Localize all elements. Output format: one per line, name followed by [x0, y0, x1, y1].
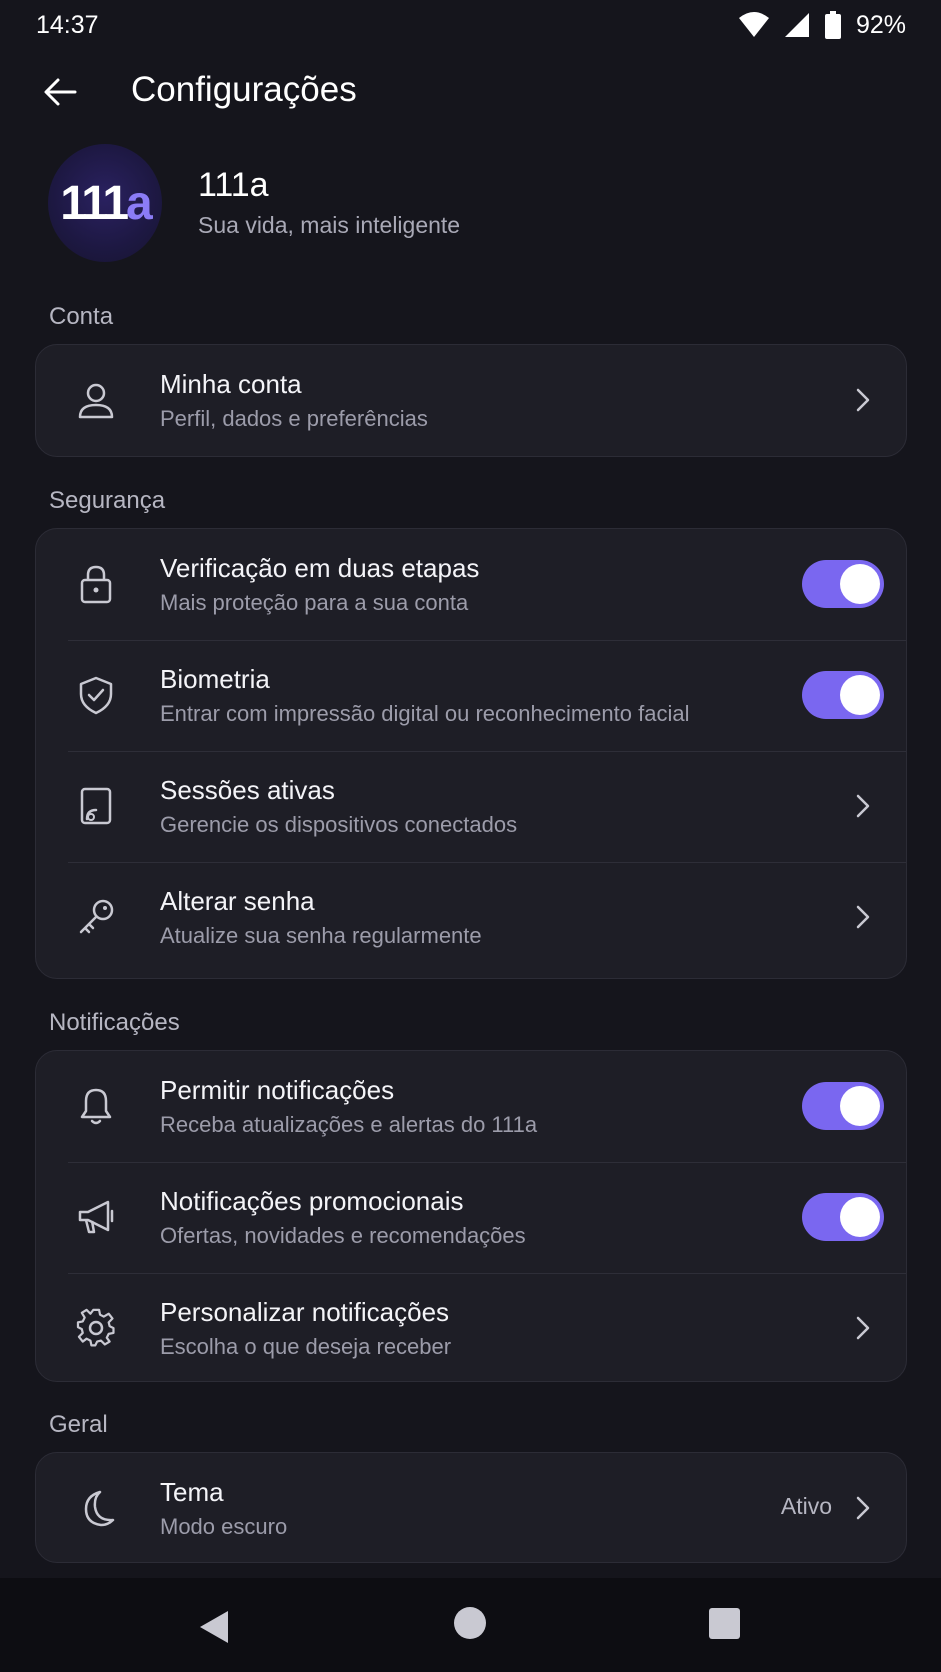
chevron-right-icon	[848, 1311, 878, 1345]
settings-row-two-step: Verificação em duas etapas Mais proteção…	[36, 529, 906, 640]
app-bar: Configurações	[0, 50, 941, 132]
key-icon	[74, 895, 118, 939]
row-subtitle: Ofertas, novidades e recomendações	[160, 1223, 526, 1248]
chevron-right-icon	[848, 789, 878, 823]
section-label-seguranca: Segurança	[49, 487, 166, 514]
brand-name: 111a	[198, 166, 269, 204]
row-title: Sessões ativas	[160, 775, 335, 805]
toggle-knob	[840, 675, 880, 715]
two-step-toggle[interactable]	[802, 560, 884, 608]
chevron-right-icon	[848, 383, 878, 417]
arrow-left-icon	[44, 78, 77, 106]
settings-row-alterar-senha[interactable]: Alterar senha Atualize sua senha regular…	[36, 862, 906, 973]
bell-icon	[74, 1084, 118, 1128]
brand-logo: 111 a	[48, 144, 162, 262]
device-icon	[74, 784, 118, 828]
row-subtitle: Mais proteção para a sua conta	[160, 590, 469, 615]
row-title: Notificações promocionais	[160, 1186, 464, 1216]
system-nav-bar	[0, 1578, 941, 1672]
page-title: Configurações	[131, 70, 357, 109]
card-seguranca: Verificação em duas etapas Mais proteção…	[35, 528, 907, 979]
row-title: Biometria	[160, 664, 270, 694]
settings-row-permitir-notificacoes: Permitir notificações Receba atualizaçõe…	[36, 1051, 906, 1162]
settings-row-personalizar[interactable]: Personalizar notificações Escolha o que …	[36, 1273, 906, 1381]
card-notificacoes: Permitir notificações Receba atualizaçõe…	[35, 1050, 907, 1382]
settings-row-promocionais: Notificações promocionais Ofertas, novid…	[36, 1162, 906, 1273]
battery-icon	[824, 11, 841, 39]
recents-square-icon[interactable]	[709, 1608, 740, 1639]
row-subtitle: Perfil, dados e preferências	[160, 406, 428, 431]
card-conta: Minha conta Perfil, dados e preferências	[35, 344, 907, 457]
status-time: 14:37	[36, 10, 99, 39]
brand-tagline: Sua vida, mais inteligente	[198, 212, 461, 238]
settings-row-tema[interactable]: Tema Modo escuro Ativo	[36, 1453, 906, 1562]
lock-icon	[74, 562, 118, 606]
moon-icon	[74, 1486, 118, 1530]
row-title: Alterar senha	[160, 886, 315, 916]
home-circle-icon[interactable]	[454, 1607, 486, 1639]
promocionais-toggle[interactable]	[802, 1193, 884, 1241]
toggle-knob	[840, 1197, 880, 1237]
brand-header: 111 a 111a Sua vida, mais inteligente	[48, 144, 908, 264]
status-bar: 14:37 92%	[0, 0, 941, 50]
chevron-right-icon	[848, 1491, 878, 1525]
chevron-right-icon	[848, 900, 878, 934]
megaphone-icon	[74, 1195, 118, 1239]
user-icon	[74, 378, 118, 422]
row-title: Personalizar notificações	[160, 1297, 450, 1327]
card-geral: Tema Modo escuro Ativo	[35, 1452, 907, 1563]
row-title: Verificação em duas etapas	[160, 553, 480, 583]
row-subtitle: Modo escuro	[160, 1514, 288, 1539]
cellular-signal-icon	[784, 13, 809, 37]
section-label-notificacoes: Notificações	[49, 1009, 180, 1036]
status-icons: 92%	[738, 11, 906, 40]
row-title: Minha conta	[160, 369, 302, 399]
back-triangle-icon[interactable]	[198, 1610, 230, 1644]
row-subtitle: Atualize sua senha regularmente	[160, 923, 482, 948]
row-title: Tema	[160, 1477, 224, 1507]
tema-value: Ativo	[780, 1493, 832, 1519]
biometria-toggle[interactable]	[802, 671, 884, 719]
row-subtitle: Gerencie os dispositivos conectados	[160, 812, 518, 837]
row-subtitle: Entrar com impressão digital ou reconhec…	[160, 701, 690, 726]
row-subtitle: Receba atualizações e alertas do 111a	[160, 1112, 538, 1137]
back-button[interactable]	[40, 72, 80, 112]
notificacoes-toggle[interactable]	[802, 1082, 884, 1130]
wifi-icon	[738, 12, 769, 37]
row-subtitle: Escolha o que deseja receber	[160, 1334, 452, 1359]
battery-percent: 92%	[855, 10, 906, 39]
settings-row-minha-conta[interactable]: Minha conta Perfil, dados e preferências	[36, 345, 906, 456]
toggle-knob	[840, 564, 880, 604]
row-title: Permitir notificações	[160, 1075, 395, 1105]
settings-row-biometria: Biometria Entrar com impressão digital o…	[36, 640, 906, 751]
section-label-geral: Geral	[49, 1411, 108, 1438]
gear-icon	[74, 1306, 118, 1350]
settings-row-sessoes[interactable]: Sessões ativas Gerencie os dispositivos …	[36, 751, 906, 862]
shield-check-icon	[74, 673, 118, 717]
toggle-knob	[840, 1086, 880, 1126]
section-label-conta: Conta	[49, 303, 114, 330]
